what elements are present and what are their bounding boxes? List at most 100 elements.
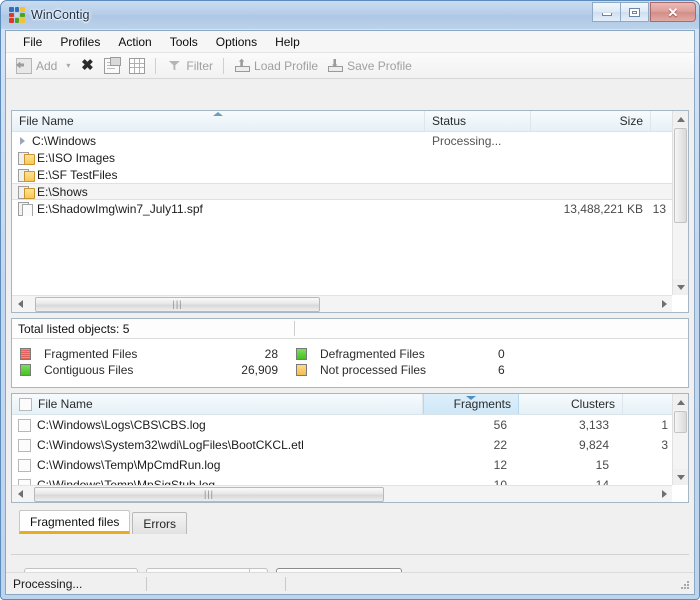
row-clusters: 15 bbox=[595, 458, 609, 472]
hscroll-thumb[interactable]: ||| bbox=[34, 486, 384, 502]
tab-zone: Fragmented files Errors bbox=[11, 508, 689, 555]
column-header-file-name-label: File Name bbox=[38, 397, 93, 411]
grid-view-button[interactable] bbox=[125, 55, 149, 77]
status-panel-message: Processing... bbox=[6, 577, 146, 591]
row-file-name: C:\Windows\Logs\CBS\CBS.log bbox=[37, 418, 206, 432]
row-fragments: 56 bbox=[493, 418, 507, 432]
scroll-left-button[interactable] bbox=[12, 297, 28, 312]
menu-profiles[interactable]: Profiles bbox=[51, 32, 109, 52]
row-checkbox[interactable] bbox=[18, 438, 31, 452]
chevron-right-icon bbox=[661, 300, 667, 308]
row-extra: 13 bbox=[652, 201, 666, 216]
table-row[interactable]: C:\Windows Processing... bbox=[12, 132, 672, 149]
column-header-file-name-label: File Name bbox=[19, 114, 74, 128]
menu-options[interactable]: Options bbox=[207, 32, 266, 52]
fragmented-files-list[interactable]: File Name Fragments Clusters C:\Windows\… bbox=[11, 393, 689, 503]
clipboard-icon bbox=[104, 56, 122, 74]
row-file-name-cell: C:\Windows\System32\wdi\LogFiles\BootCKC… bbox=[12, 438, 423, 452]
objects-list-hscrollbar[interactable]: ||| bbox=[12, 295, 672, 312]
column-header-status[interactable]: Status bbox=[425, 111, 531, 131]
minimize-button[interactable] bbox=[592, 2, 621, 22]
chevron-right-icon bbox=[661, 490, 667, 498]
fragmented-list-hscrollbar[interactable]: ||| bbox=[12, 485, 672, 502]
hscroll-track[interactable]: ||| bbox=[28, 486, 656, 502]
select-all-checkbox[interactable] bbox=[19, 397, 32, 411]
tab-errors[interactable]: Errors bbox=[132, 512, 188, 534]
maximize-button[interactable] bbox=[620, 2, 649, 22]
scroll-left-button[interactable] bbox=[12, 487, 28, 502]
scroll-down-button[interactable] bbox=[673, 279, 688, 295]
objects-list[interactable]: File Name Status Size C:\Windows Process… bbox=[11, 110, 689, 313]
expander-triangle-icon[interactable] bbox=[18, 136, 28, 146]
table-row[interactable]: E:\ISO Images bbox=[12, 149, 672, 166]
menu-tools[interactable]: Tools bbox=[161, 32, 207, 52]
row-file-name: C:\Windows\System32\wdi\LogFiles\BootCKC… bbox=[37, 438, 304, 452]
scroll-down-button[interactable] bbox=[673, 469, 688, 485]
defragmented-files-swatch-icon bbox=[296, 348, 307, 360]
contiguous-files-swatch-icon bbox=[20, 364, 31, 376]
table-row[interactable]: C:\Windows\Logs\CBS\CBS.log 56 3,133 1 bbox=[12, 415, 672, 435]
resize-grip-icon[interactable] bbox=[679, 579, 691, 591]
column-header-fragments[interactable]: Fragments bbox=[423, 394, 519, 414]
chevron-up-icon bbox=[676, 399, 685, 405]
load-profile-button[interactable]: Load Profile bbox=[230, 55, 322, 77]
save-profile-button[interactable]: Save Profile bbox=[323, 55, 416, 77]
tab-fragmented-files[interactable]: Fragmented files bbox=[19, 510, 131, 534]
column-header-file-name[interactable]: File Name bbox=[12, 394, 423, 414]
menu-file[interactable]: File bbox=[14, 32, 51, 52]
scroll-right-button[interactable] bbox=[656, 297, 672, 312]
row-checkbox[interactable] bbox=[18, 458, 31, 472]
scroll-up-button[interactable] bbox=[673, 394, 688, 410]
column-header-size-label: Size bbox=[619, 114, 643, 128]
table-row[interactable]: C:\Windows\Temp\MpCmdRun.log 12 15 bbox=[12, 455, 672, 475]
table-row[interactable]: E:\Shows bbox=[12, 183, 672, 200]
add-dropdown-chevron-down-icon[interactable]: ▾ bbox=[62, 61, 74, 70]
hscroll-track[interactable]: ||| bbox=[28, 296, 656, 312]
column-header-clusters[interactable]: Clusters bbox=[519, 394, 623, 414]
row-file-name: E:\ISO Images bbox=[37, 150, 116, 165]
save-profile-label: Save Profile bbox=[347, 58, 412, 73]
menu-action[interactable]: Action bbox=[109, 32, 160, 52]
table-row[interactable]: E:\ShadowImg\win7_July11.spf 13,488,221 … bbox=[12, 200, 672, 217]
scroll-right-button[interactable] bbox=[656, 487, 672, 502]
sort-ascending-icon bbox=[213, 112, 223, 116]
scroll-up-button[interactable] bbox=[673, 111, 688, 127]
delete-x-icon: ✖ bbox=[81, 56, 94, 74]
row-file-name: C:\Windows\Temp\MpSigStub.log bbox=[37, 478, 216, 485]
column-header-file-name[interactable]: File Name bbox=[12, 111, 425, 131]
table-row[interactable]: E:\SF TestFiles bbox=[12, 166, 672, 183]
row-file-name-cell: C:\Windows\Logs\CBS\CBS.log bbox=[12, 418, 423, 432]
table-row[interactable]: C:\Windows\System32\wdi\LogFiles\BootCKC… bbox=[12, 435, 672, 455]
objects-list-vscrollbar[interactable] bbox=[672, 111, 688, 295]
window-controls: ✕ bbox=[592, 2, 696, 22]
fragmented-list-vscrollbar[interactable] bbox=[672, 394, 688, 485]
row-clusters: 14 bbox=[595, 478, 609, 485]
row-fragments: 22 bbox=[493, 438, 507, 452]
summary-panel: Total listed objects: 5 Fragmented Files… bbox=[11, 318, 689, 388]
objects-list-header: File Name Status Size bbox=[12, 111, 688, 132]
add-button[interactable]: Add bbox=[12, 55, 61, 77]
folder-icon bbox=[18, 151, 35, 165]
add-button-label: Add bbox=[36, 58, 58, 73]
row-file-name-cell: C:\Windows\Temp\MpSigStub.log bbox=[12, 478, 423, 485]
chevron-down-icon bbox=[676, 474, 685, 480]
fragmented-files-label: Fragmented Files bbox=[44, 347, 138, 361]
title-bar[interactable]: WinContig ✕ bbox=[1, 1, 699, 29]
close-button[interactable]: ✕ bbox=[650, 2, 696, 22]
properties-button[interactable] bbox=[100, 55, 124, 77]
hscroll-thumb[interactable]: ||| bbox=[35, 296, 320, 312]
column-header-size[interactable]: Size bbox=[531, 111, 651, 131]
status-separator-1 bbox=[146, 576, 147, 591]
row-checkbox[interactable] bbox=[18, 418, 31, 432]
vscroll-thumb[interactable] bbox=[674, 411, 687, 433]
menu-help[interactable]: Help bbox=[266, 32, 309, 52]
filter-button[interactable]: Filter bbox=[162, 55, 217, 77]
add-file-icon bbox=[16, 57, 32, 74]
grip-icon: ||| bbox=[203, 489, 214, 499]
row-fragments: 12 bbox=[493, 458, 507, 472]
remove-button[interactable]: ✖ bbox=[75, 55, 99, 77]
vscroll-thumb[interactable] bbox=[674, 128, 687, 223]
load-profile-label: Load Profile bbox=[254, 58, 319, 73]
table-row[interactable]: C:\Windows\Temp\MpSigStub.log 10 14 bbox=[12, 475, 672, 485]
objects-list-body: C:\Windows Processing... E:\ISO Images E… bbox=[12, 132, 672, 295]
